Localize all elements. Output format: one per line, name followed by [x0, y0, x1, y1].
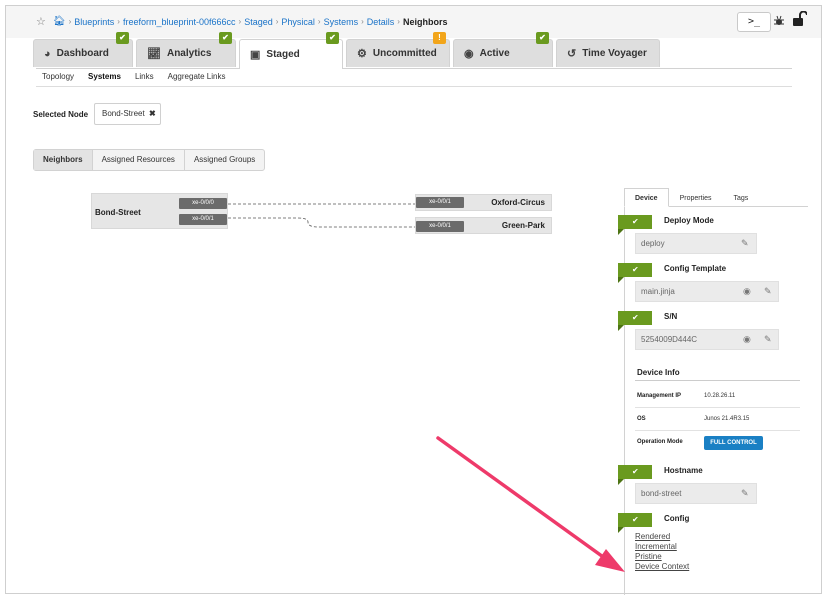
operation-mode-badge: FULL CONTROL	[704, 436, 763, 450]
divider	[635, 380, 800, 381]
port-label[interactable]: xe-0/0/1	[179, 214, 227, 225]
panel-tabs: Device Properties Tags	[624, 188, 759, 207]
deploy-mode-header: ✔ Deploy Mode	[618, 215, 778, 235]
check-icon: ✔	[618, 311, 652, 331]
staged-icon: ▣	[250, 49, 261, 61]
hostname-field: bond-street ✎	[635, 483, 757, 504]
edit-icon[interactable]: ✎	[741, 234, 749, 253]
link-device-context[interactable]: Device Context	[635, 562, 689, 572]
device-info-title: Device Info	[637, 368, 680, 377]
app-frame: ☆ 🏠︎ › Blueprints › freeform_blueprint-0…	[5, 5, 822, 595]
eye-icon[interactable]: ◉	[743, 330, 751, 349]
tab-properties[interactable]: Properties	[669, 188, 723, 207]
tab-tags[interactable]: Tags	[722, 188, 759, 207]
port-label[interactable]: xe-0/0/1	[416, 221, 464, 232]
link-incremental[interactable]: Incremental	[635, 542, 689, 552]
link-pristine[interactable]: Pristine	[635, 552, 689, 562]
port-label[interactable]: xe-0/0/1	[416, 197, 464, 208]
check-icon: ✔	[618, 215, 652, 235]
hostname-header: ✔ Hostname	[618, 465, 778, 485]
tab-staged[interactable]: ▣ Staged ✔	[239, 32, 343, 69]
edit-icon[interactable]: ✎	[764, 330, 772, 349]
edit-icon[interactable]: ✎	[764, 282, 772, 301]
port-label[interactable]: xe-0/0/0	[179, 198, 227, 209]
config-template-header: ✔ Config Template	[618, 263, 778, 283]
sn-header: ✔ S/N	[618, 311, 778, 331]
eye-icon[interactable]: ◉	[743, 282, 751, 301]
tab-device[interactable]: Device	[624, 188, 669, 207]
check-icon: ✔	[618, 465, 652, 485]
check-icon: ✔	[618, 263, 652, 283]
check-icon: ✔	[618, 513, 652, 533]
status-badge: ✔	[326, 32, 339, 44]
config-header: ✔ Config	[618, 513, 778, 533]
config-links: Rendered Incremental Pristine Device Con…	[635, 532, 689, 572]
link-rendered[interactable]: Rendered	[635, 532, 689, 542]
sn-field: 5254009D444C ◉ ✎	[635, 329, 779, 350]
edit-icon[interactable]: ✎	[741, 484, 749, 503]
link-line-2	[228, 217, 416, 228]
deploy-mode-field: deploy ✎	[635, 233, 757, 254]
config-template-field: main.jinja ◉ ✎	[635, 281, 779, 302]
